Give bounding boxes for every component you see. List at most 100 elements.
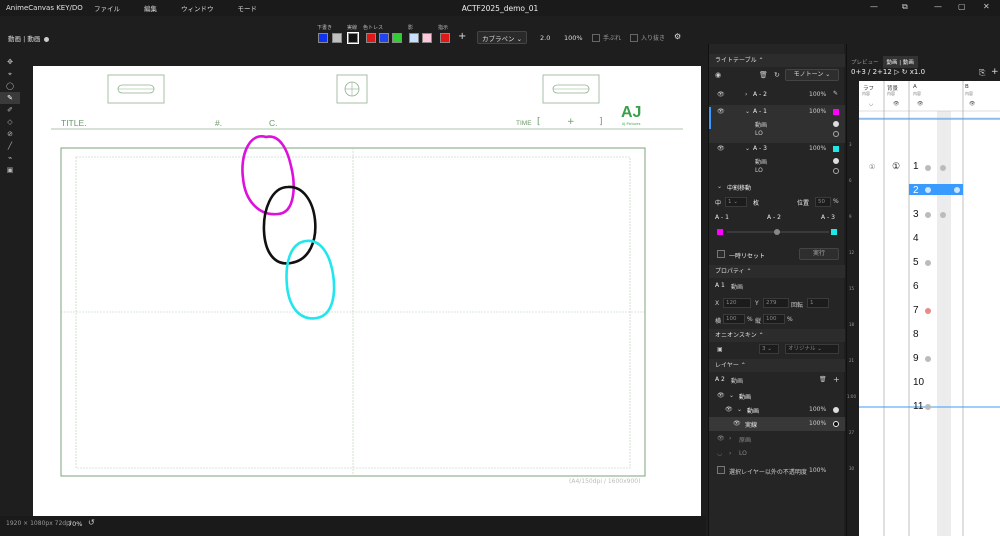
layer-tree-name[interactable]: 原画 — [739, 435, 751, 444]
layer-color-chip[interactable] — [833, 146, 839, 152]
rotation-input[interactable]: 1 — [807, 298, 829, 308]
refresh-icon[interactable]: ↻ — [774, 71, 780, 79]
visibility-eye-icon[interactable]: 👁 — [733, 420, 741, 427]
frame-tool-icon[interactable]: ▣ — [0, 164, 20, 176]
inbetween-slider-handle[interactable] — [774, 229, 780, 235]
reset-view-icon[interactable]: ↺ — [88, 518, 95, 527]
zoom-level[interactable]: 70% — [68, 520, 82, 528]
add-swatch-button[interactable]: + — [458, 31, 466, 42]
onion-toggle-icon[interactable]: ▣ — [717, 346, 723, 353]
onion-skin-header[interactable]: オニオンスキン ⌃ — [709, 329, 845, 342]
onion-count-select[interactable]: 3 ⌄ — [759, 344, 779, 354]
opacity-lock-value[interactable]: 100% — [809, 467, 826, 474]
frame-number[interactable]: 7 — [913, 305, 919, 316]
tab-preview[interactable]: プレビュー — [847, 56, 883, 68]
visibility-eye-icon[interactable]: 👁 — [717, 435, 725, 442]
layer-toggle[interactable] — [833, 421, 839, 427]
brush-opacity-value[interactable]: 100% — [564, 34, 583, 42]
layers-header[interactable]: レイヤー ⌃ — [709, 359, 845, 372]
layer-tree-name[interactable]: LO — [739, 450, 747, 457]
color-swatch-blue-2[interactable] — [379, 33, 389, 43]
pen-tool-icon[interactable]: ✎ — [0, 92, 20, 104]
frame-number[interactable]: 4 — [913, 233, 919, 244]
menu-mode[interactable]: モード — [238, 3, 258, 13]
monotone-select[interactable]: モノトーン ⌄ — [785, 69, 839, 81]
color-swatch-black[interactable] — [347, 32, 359, 44]
eraser-tool-icon[interactable]: ◇ — [0, 116, 20, 128]
height-input[interactable]: 100 — [763, 314, 785, 324]
color-swatch-blue[interactable] — [318, 33, 328, 43]
properties-header[interactable]: プロパティ ⌃ — [709, 265, 845, 278]
color-swatch-pink[interactable] — [422, 33, 432, 43]
layer-tree-name[interactable]: 実線 — [745, 420, 757, 429]
visibility-eye-icon[interactable]: 👁 — [725, 406, 733, 413]
pencil-tool-icon[interactable]: ✐ — [0, 104, 20, 116]
tab-timesheet[interactable]: 動画 | 動画 — [882, 56, 918, 68]
column-visibility-icon[interactable]: 👁 — [917, 101, 923, 107]
x-input[interactable]: 120 — [723, 298, 751, 308]
trash-icon[interactable]: 🗑 — [759, 71, 768, 79]
frame-number[interactable]: 10 — [913, 377, 924, 388]
pressure-toggle[interactable]: 入り抜き — [630, 33, 665, 42]
sub-layer-toggle[interactable] — [833, 131, 839, 137]
visibility-eye-icon[interactable]: 👁 — [717, 91, 725, 98]
onion-mode-select[interactable]: オリジナル ⌄ — [785, 344, 839, 354]
fill-tool-icon[interactable]: ⊘ — [0, 128, 20, 140]
visibility-eye-icon[interactable]: 👁 — [717, 108, 725, 115]
column-visibility-icon[interactable]: 👁 — [893, 101, 899, 107]
line-tool-icon[interactable]: ╱ — [0, 140, 20, 152]
chevron-right-icon[interactable]: › — [729, 435, 731, 442]
column-header-b[interactable]: B — [965, 84, 969, 90]
color-swatch-red[interactable] — [366, 33, 376, 43]
color-swatch-green[interactable] — [392, 33, 402, 43]
brush-select[interactable]: カブラペン ⌄ — [477, 31, 528, 44]
frame-number[interactable]: 3 — [913, 209, 919, 220]
position-input[interactable]: 50 — [815, 197, 831, 207]
menu-window[interactable]: ウィンドウ — [181, 3, 214, 13]
canvas-area[interactable]: TITLE. #. C. TIME [ + ] AJ AJ Pictures (… — [20, 56, 706, 518]
frame-number[interactable]: 8 — [913, 329, 919, 340]
drawing-paper[interactable]: TITLE. #. C. TIME [ + ] AJ AJ Pictures (… — [33, 66, 701, 518]
move-tool-icon[interactable]: ✥ — [0, 56, 20, 68]
frame-number[interactable]: 1 — [913, 161, 919, 172]
column-visibility-icon[interactable]: 👁 — [969, 101, 975, 107]
chevron-right-icon[interactable]: › — [745, 91, 747, 98]
run-button[interactable]: 実行 — [799, 248, 839, 260]
hidden-icon[interactable]: ◡ — [717, 450, 722, 457]
temp-reset-checkbox[interactable] — [717, 250, 725, 258]
stabilizer-toggle[interactable]: 手ぶれ — [592, 33, 621, 42]
lighttable-header[interactable]: ライトテーブル ⌃ — [709, 54, 845, 67]
menu-edit[interactable]: 編集 — [144, 3, 157, 13]
color-swatch-red-2[interactable] — [440, 33, 450, 43]
lightbulb-icon[interactable]: ◉ — [715, 71, 721, 79]
frame-number[interactable]: 2 — [913, 185, 919, 196]
sub-layer-toggle[interactable] — [833, 121, 839, 127]
maximize-button[interactable]: ▢ — [958, 2, 966, 11]
minimize-panel-icon[interactable]: — — [870, 2, 878, 11]
smudge-tool-icon[interactable]: ⌁ — [0, 152, 20, 164]
add-layer-icon[interactable]: + — [833, 375, 840, 384]
chevron-down-icon[interactable]: ⌄ — [729, 392, 734, 399]
chevron-right-icon[interactable]: › — [729, 450, 731, 457]
sub-layer-toggle[interactable] — [833, 168, 839, 174]
export-icon[interactable]: ⎘ — [979, 68, 985, 78]
column-header-a[interactable]: A — [913, 84, 917, 90]
menu-file[interactable]: ファイル — [94, 3, 120, 13]
chevron-down-icon[interactable]: ⌄ — [717, 183, 722, 190]
width-input[interactable]: 100 — [723, 314, 745, 324]
sub-layer-toggle[interactable] — [833, 158, 839, 164]
layer-toggle[interactable] — [833, 407, 839, 413]
visibility-eye-icon[interactable]: 👁 — [717, 145, 725, 152]
chevron-down-icon[interactable]: ⌄ — [737, 406, 742, 413]
layer-tree-name[interactable]: 動画 — [747, 406, 759, 415]
y-input[interactable]: 279 — [763, 298, 789, 308]
lasso-tool-icon[interactable]: ◯ — [0, 80, 20, 92]
chevron-down-icon[interactable]: ⌄ — [745, 108, 750, 115]
close-button[interactable]: ✕ — [983, 2, 990, 11]
add-column-icon[interactable]: + — [991, 67, 999, 77]
trash-icon[interactable]: 🗑 — [819, 376, 827, 383]
restore-panel-icon[interactable]: ⧉ — [902, 2, 908, 12]
pencil-icon[interactable]: ✎ — [833, 90, 838, 97]
inbetween-count-select[interactable]: 1 ⌄ — [725, 197, 747, 207]
minimize-button[interactable]: — — [934, 2, 942, 11]
